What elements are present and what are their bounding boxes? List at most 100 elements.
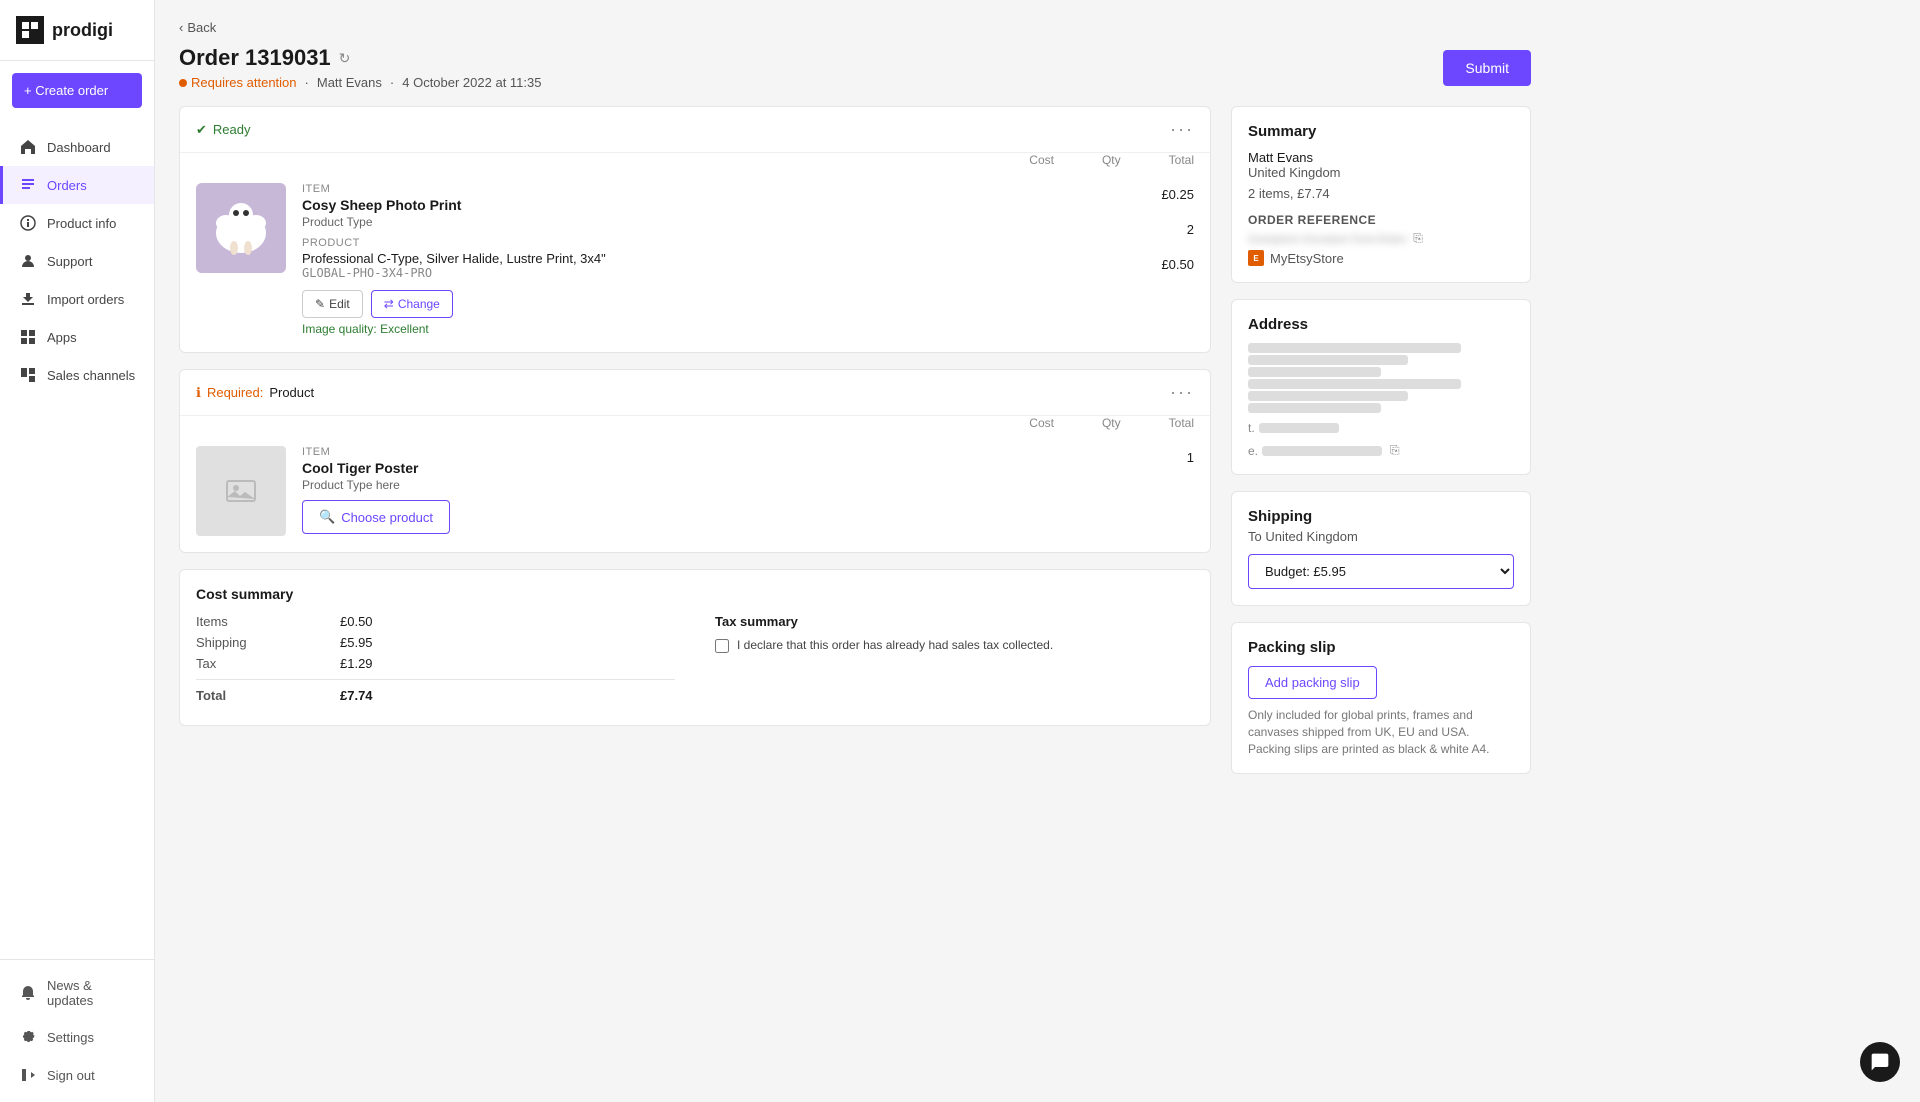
ready-card-menu[interactable]: ··· bbox=[1170, 119, 1194, 140]
sidebar-item-orders[interactable]: Orders bbox=[0, 166, 154, 204]
sidebar-item-settings[interactable]: Settings bbox=[0, 1018, 154, 1056]
packing-note: Only included for global prints, frames … bbox=[1248, 707, 1514, 757]
cost-left: Items £0.50 Shipping £5.95 Tax £1.29 bbox=[196, 614, 675, 709]
address-line-1 bbox=[1248, 343, 1461, 353]
shipping-value: £5.95 bbox=[340, 635, 373, 650]
qty-value: 2 bbox=[1187, 222, 1194, 237]
total-label: Total bbox=[196, 688, 316, 703]
sidebar-item-sign-out[interactable]: Sign out bbox=[0, 1056, 154, 1094]
back-arrow-icon: ‹ bbox=[179, 20, 183, 35]
order-meta: Requires attention · Matt Evans · 4 Octo… bbox=[179, 75, 541, 90]
address-line-4 bbox=[1248, 379, 1461, 389]
logo-icon bbox=[16, 16, 44, 44]
change-button[interactable]: ⇄ Change bbox=[371, 290, 453, 318]
address-line-3 bbox=[1248, 367, 1381, 377]
support-icon bbox=[19, 252, 37, 270]
address-card-content: Address t. e. bbox=[1232, 300, 1530, 474]
content-area: ✔ Ready ··· Cost Qty Total bbox=[179, 106, 1531, 774]
store-name: MyEtsyStore bbox=[1270, 251, 1344, 266]
tax-summary-section: Tax summary I declare that this order ha… bbox=[715, 614, 1194, 709]
sidebar-item-import-orders[interactable]: Import orders bbox=[0, 280, 154, 318]
sheep-image bbox=[196, 183, 286, 273]
sidebar-item-label: Product info bbox=[47, 216, 116, 231]
sidebar-item-label: Import orders bbox=[47, 292, 124, 307]
address-title: Address bbox=[1248, 316, 1514, 333]
check-circle-icon: ✔ bbox=[196, 122, 207, 138]
refresh-icon[interactable]: ↻ bbox=[339, 50, 351, 67]
email-copy-icon[interactable]: ⎘ bbox=[1390, 443, 1400, 458]
sidebar-item-label: Support bbox=[47, 254, 93, 269]
sidebar-item-label: Sign out bbox=[47, 1068, 95, 1083]
required-pricing: 1 bbox=[1187, 446, 1194, 465]
create-order-button[interactable]: + Create order bbox=[12, 73, 142, 108]
edit-pen-icon: ✎ bbox=[315, 297, 325, 311]
store-row: E MyEtsyStore bbox=[1248, 250, 1514, 266]
phone-value bbox=[1259, 423, 1339, 433]
total-value-summary: £7.74 bbox=[340, 688, 373, 703]
ready-card-header: ✔ Ready ··· bbox=[180, 107, 1210, 153]
apps-icon bbox=[19, 328, 37, 346]
edit-button[interactable]: ✎ Edit bbox=[302, 290, 363, 318]
right-column: Summary Matt Evans United Kingdom 2 item… bbox=[1231, 106, 1531, 774]
phone-row: t. bbox=[1248, 421, 1514, 435]
submit-button[interactable]: Submit bbox=[1443, 50, 1531, 86]
shipping-title: Shipping bbox=[1248, 508, 1514, 525]
email-value bbox=[1262, 446, 1382, 456]
search-icon: 🔍 bbox=[319, 509, 335, 525]
shipping-card-content: Shipping To United Kingdom Budget: £5.95 bbox=[1232, 492, 1530, 605]
order-title: Order 1319031 ↻ bbox=[179, 45, 541, 71]
sidebar-bottom: News & updates Settings Sign out bbox=[0, 959, 154, 1102]
packing-card-content: Packing slip Add packing slip Only inclu… bbox=[1232, 623, 1530, 773]
required-card: ℹ Required: Product ··· Cost Qty Total bbox=[179, 369, 1211, 553]
etsy-store-icon: E bbox=[1248, 250, 1264, 266]
sidebar-item-label: Apps bbox=[47, 330, 77, 345]
product-info-section: ITEM Cosy Sheep Photo Print Product Type… bbox=[302, 183, 1145, 336]
total-value: £0.50 bbox=[1161, 257, 1194, 272]
status-dot bbox=[179, 79, 187, 87]
required-card-header: ℹ Required: Product ··· bbox=[180, 370, 1210, 416]
order-number: Order 1319031 bbox=[179, 45, 331, 71]
sidebar-item-product-info[interactable]: Product info bbox=[0, 204, 154, 242]
add-packing-slip-button[interactable]: Add packing slip bbox=[1248, 666, 1377, 699]
left-column: ✔ Ready ··· Cost Qty Total bbox=[179, 106, 1211, 774]
cost-col-header: Cost bbox=[1029, 153, 1054, 167]
gear-icon bbox=[19, 1028, 37, 1046]
sidebar-item-support[interactable]: Support bbox=[0, 242, 154, 280]
summary-title: Summary bbox=[1248, 123, 1514, 140]
logo-area: prodigi bbox=[0, 0, 154, 61]
meta-separator: · bbox=[305, 75, 309, 90]
signout-icon bbox=[19, 1066, 37, 1084]
chat-bubble-button[interactable] bbox=[1860, 1042, 1900, 1082]
product-full-name: Professional C-Type, Silver Halide, Lust… bbox=[302, 251, 1145, 266]
summary-country: United Kingdom bbox=[1248, 165, 1514, 180]
summary-items: 2 items, £7.74 bbox=[1248, 186, 1514, 201]
tax-checkbox[interactable] bbox=[715, 639, 729, 653]
sidebar-item-sales-channels[interactable]: Sales channels bbox=[0, 356, 154, 394]
meta-separator-2: · bbox=[390, 75, 394, 90]
requires-attention-badge: Requires attention bbox=[179, 75, 297, 90]
main-content: ‹ Back Order 1319031 ↻ Requires attentio… bbox=[155, 0, 1920, 1102]
summary-panel: Summary Matt Evans United Kingdom 2 item… bbox=[1231, 106, 1531, 283]
order-date: 4 October 2022 at 11:35 bbox=[402, 75, 541, 90]
sidebar-item-apps[interactable]: Apps bbox=[0, 318, 154, 356]
items-value: £0.50 bbox=[340, 614, 373, 629]
tax-label: Tax bbox=[196, 656, 316, 671]
sidebar-item-news-updates[interactable]: News & updates bbox=[0, 968, 154, 1018]
ready-card: ✔ Ready ··· Cost Qty Total bbox=[179, 106, 1211, 353]
choose-product-button[interactable]: 🔍 Choose product bbox=[302, 500, 450, 534]
ready-status: ✔ Ready bbox=[196, 122, 250, 138]
order-ref-row: Complete Creation Test Order ⎘ bbox=[1248, 231, 1514, 246]
image-quality: Image quality: Excellent bbox=[302, 322, 1145, 336]
copy-icon[interactable]: ⎘ bbox=[1413, 231, 1423, 246]
pricing-section: £0.25 2 £0.50 bbox=[1161, 183, 1194, 272]
shipping-select[interactable]: Budget: £5.95 bbox=[1248, 554, 1514, 589]
sidebar-item-dashboard[interactable]: Dashboard bbox=[0, 128, 154, 166]
required-card-menu[interactable]: ··· bbox=[1170, 382, 1194, 403]
address-line-6 bbox=[1248, 403, 1381, 413]
sidebar-item-label: Orders bbox=[47, 178, 87, 193]
sidebar-item-label: News & updates bbox=[47, 978, 138, 1008]
shipping-to: To United Kingdom bbox=[1248, 529, 1514, 544]
address-line-5 bbox=[1248, 391, 1408, 401]
back-link[interactable]: ‹ Back bbox=[179, 20, 1531, 35]
qty-col-header-2: Qty bbox=[1102, 416, 1121, 430]
